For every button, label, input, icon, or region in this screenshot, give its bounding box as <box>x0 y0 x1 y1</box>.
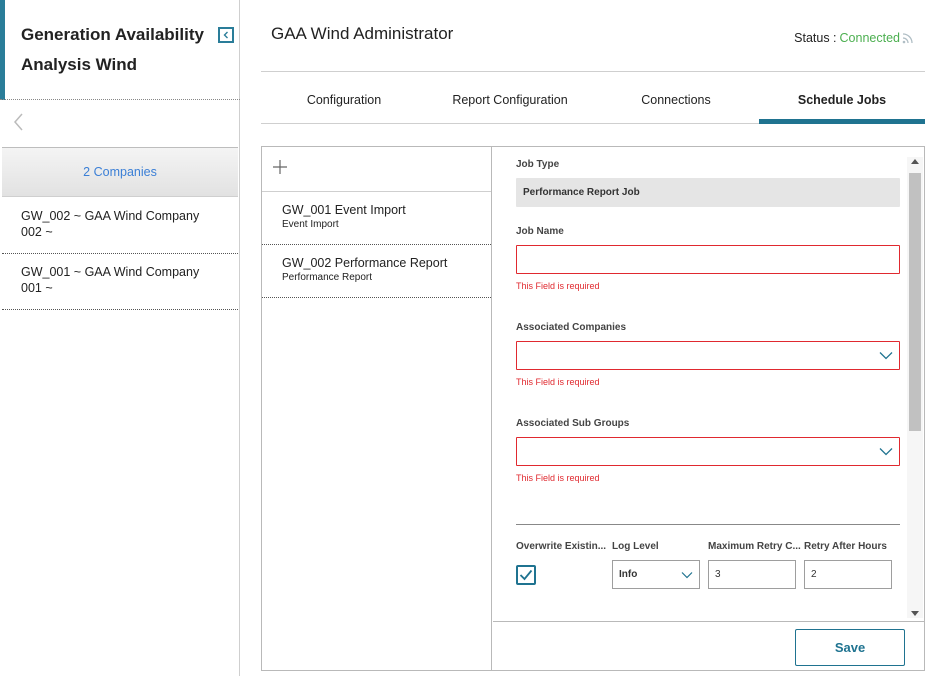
job-type-value: Performance Report Job <box>516 178 900 207</box>
chevron-down-icon <box>879 352 893 360</box>
form-divider <box>516 524 900 525</box>
associated-sub-groups-label: Associated Sub Groups <box>516 418 630 429</box>
company-list-item[interactable]: GW_001 ~ GAA Wind Company 001 ~ <box>2 254 238 310</box>
overwrite-existing-checkbox[interactable] <box>516 565 536 585</box>
scrollbar-thumb[interactable] <box>909 173 921 431</box>
job-list-item[interactable]: GW_001 Event Import Event Import <box>262 192 491 245</box>
job-name-error: This Field is required <box>516 281 600 291</box>
associated-companies-label: Associated Companies <box>516 322 627 333</box>
company-list-item[interactable]: GW_002 ~ GAA Wind Company 002 ~ <box>2 198 238 254</box>
maximum-retry-input[interactable] <box>708 560 796 589</box>
tab-configuration[interactable]: Configuration <box>261 84 427 123</box>
tab-report-configuration[interactable]: Report Configuration <box>427 84 593 123</box>
scroll-up-arrow-icon[interactable] <box>911 159 919 164</box>
status-label: Status : <box>794 31 837 45</box>
maximum-retry-label: Maximum Retry C... <box>708 541 801 552</box>
log-level-select[interactable]: Info <box>612 560 700 589</box>
add-job-button[interactable] <box>272 159 288 175</box>
connection-status: Status : Connected <box>794 31 914 45</box>
company-list: GW_002 ~ GAA Wind Company 002 ~ GW_001 ~… <box>2 198 238 310</box>
job-name-label: Job Name <box>516 226 564 237</box>
sidebar: Generation Availability Analysis Wind 2 … <box>0 0 240 676</box>
back-button[interactable] <box>12 112 28 134</box>
status-value: Connected <box>839 31 900 45</box>
tab-bar: Configuration Report Configuration Conne… <box>261 84 925 124</box>
sidebar-divider <box>0 99 240 100</box>
associated-sub-groups-select[interactable] <box>516 437 900 466</box>
job-list: GW_001 Event Import Event Import GW_002 … <box>262 147 492 670</box>
form-footer: Save <box>493 621 924 670</box>
job-list-item[interactable]: GW_002 Performance Report Performance Re… <box>262 245 491 298</box>
job-type: Event Import <box>282 219 339 230</box>
companies-header[interactable]: 2 Companies <box>2 147 238 197</box>
retry-after-hours-input[interactable] <box>804 560 892 589</box>
header-divider <box>261 71 925 72</box>
job-name-input[interactable] <box>516 245 900 274</box>
chevron-down-icon <box>681 571 693 578</box>
collapse-sidebar-button[interactable] <box>218 27 234 43</box>
associated-sub-groups-error: This Field is required <box>516 473 600 483</box>
associated-companies-error: This Field is required <box>516 377 600 387</box>
job-form: Job Type Performance Report Job Job Name… <box>493 147 924 621</box>
sidebar-accent-bar <box>0 0 5 100</box>
log-level-label: Log Level <box>612 541 659 552</box>
chevron-left-icon <box>14 113 23 131</box>
page-title: GAA Wind Administrator <box>271 24 454 43</box>
plus-icon <box>273 160 287 174</box>
chevron-down-icon <box>879 448 893 456</box>
checkmark-icon <box>519 569 533 581</box>
job-type: Performance Report <box>282 272 373 283</box>
associated-companies-select[interactable] <box>516 341 900 370</box>
sidebar-title: Generation Availability Analysis Wind <box>21 25 204 74</box>
rss-icon <box>902 33 913 44</box>
jobs: GW_001 Event Import Event Import GW_002 … <box>262 192 491 298</box>
log-level-value: Info <box>619 569 638 580</box>
job-name: GW_002 Performance Report <box>282 256 448 270</box>
job-name: GW_001 Event Import <box>282 203 406 217</box>
tab-connections[interactable]: Connections <box>593 84 759 123</box>
job-type-label: Job Type <box>516 159 560 170</box>
save-button[interactable]: Save <box>795 629 905 666</box>
schedule-jobs-panel: GW_001 Event Import Event Import GW_002 … <box>261 146 925 671</box>
scroll-down-arrow-icon[interactable] <box>911 611 919 616</box>
retry-after-hours-label: Retry After Hours <box>804 541 887 552</box>
form-scrollbar[interactable] <box>907 157 923 618</box>
tab-schedule-jobs[interactable]: Schedule Jobs <box>759 84 925 124</box>
chevron-left-icon <box>223 31 228 39</box>
overwrite-existing-label: Overwrite Existin... <box>516 541 607 552</box>
